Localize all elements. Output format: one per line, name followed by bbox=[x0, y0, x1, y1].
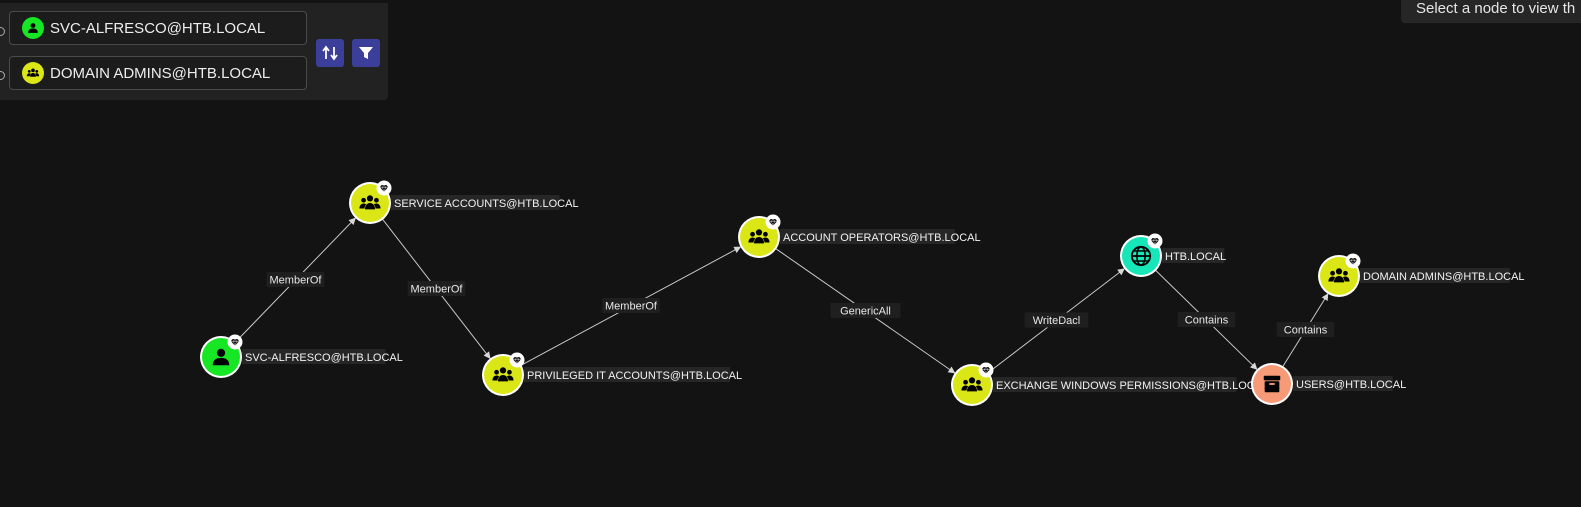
node-ewp[interactable]: EXCHANGE WINDOWS PERMISSIONS@HTB.LOCAL bbox=[951, 362, 1268, 407]
node-label: ACCOUNT OPERATORS@HTB.LOCAL bbox=[783, 232, 981, 244]
source-node-input[interactable]: SVC-ALFRESCO@HTB.LOCAL bbox=[9, 11, 307, 45]
edge-label: Contains bbox=[1284, 325, 1328, 337]
node-label: EXCHANGE WINDOWS PERMISSIONS@HTB.LOCAL bbox=[996, 380, 1268, 392]
node-htb[interactable]: HTB.LOCAL bbox=[1120, 233, 1226, 278]
node-users[interactable]: USERS@HTB.LOCAL bbox=[1251, 363, 1406, 405]
edge-memberof[interactable]: MemberOf bbox=[381, 218, 491, 359]
edge-memberof[interactable]: MemberOf bbox=[520, 246, 742, 366]
node-pit[interactable]: PRIVILEGED IT ACCOUNTS@HTB.LOCAL bbox=[482, 352, 742, 397]
edge-label: MemberOf bbox=[270, 275, 323, 287]
source-node-value: SVC-ALFRESCO@HTB.LOCAL bbox=[50, 19, 266, 37]
edge-contains[interactable]: Contains bbox=[1154, 269, 1258, 370]
node-label: USERS@HTB.LOCAL bbox=[1296, 379, 1406, 391]
pathfinding-panel: SVC-ALFRESCO@HTB.LOCAL DOMAIN ADMINS@HTB… bbox=[0, 3, 388, 100]
node-label: SVC-ALFRESCO@HTB.LOCAL bbox=[245, 352, 403, 364]
edge-writedacl[interactable]: WriteDacl bbox=[987, 268, 1125, 374]
group-icon bbox=[22, 62, 44, 84]
node-svc[interactable]: SVC-ALFRESCO@HTB.LOCAL bbox=[200, 334, 403, 379]
edge-genericall[interactable]: GenericAll bbox=[775, 248, 956, 374]
source-dot bbox=[0, 27, 5, 36]
node-label: SERVICE ACCOUNTS@HTB.LOCAL bbox=[394, 198, 579, 210]
filter-icon bbox=[359, 47, 373, 59]
edge-memberof[interactable]: MemberOf bbox=[234, 217, 356, 343]
node-label: DOMAIN ADMINS@HTB.LOCAL bbox=[1363, 271, 1525, 283]
node-label: PRIVILEGED IT ACCOUNTS@HTB.LOCAL bbox=[527, 370, 742, 382]
swap-button[interactable] bbox=[316, 39, 344, 67]
node-info-panel: Select a node to view th bbox=[1401, 0, 1581, 23]
node-label: HTB.LOCAL bbox=[1165, 251, 1226, 263]
node-info-placeholder: Select a node to view th bbox=[1416, 0, 1576, 17]
edge-label: MemberOf bbox=[605, 301, 658, 313]
edge-label: MemberOf bbox=[411, 284, 464, 296]
target-node-input[interactable]: DOMAIN ADMINS@HTB.LOCAL bbox=[9, 56, 307, 90]
node-da[interactable]: DOMAIN ADMINS@HTB.LOCAL bbox=[1318, 253, 1525, 298]
target-dot bbox=[0, 71, 5, 80]
node-sa[interactable]: SERVICE ACCOUNTS@HTB.LOCAL bbox=[349, 180, 579, 225]
box-icon bbox=[1263, 375, 1281, 393]
swap-icon bbox=[322, 45, 338, 61]
target-node-value: DOMAIN ADMINS@HTB.LOCAL bbox=[50, 64, 271, 82]
filter-button[interactable] bbox=[352, 39, 380, 67]
user-icon bbox=[22, 17, 44, 39]
edge-contains[interactable]: Contains bbox=[1276, 293, 1335, 368]
edge-label: GenericAll bbox=[840, 306, 891, 318]
edge-label: Contains bbox=[1185, 315, 1229, 327]
node-ao[interactable]: ACCOUNT OPERATORS@HTB.LOCAL bbox=[738, 214, 981, 259]
edge-label: WriteDacl bbox=[1033, 315, 1080, 327]
